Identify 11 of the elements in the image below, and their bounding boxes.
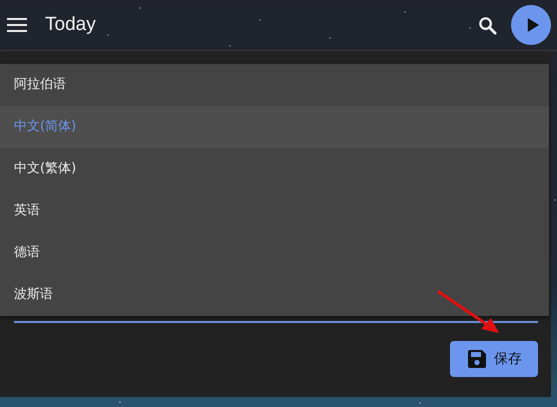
save-button[interactable]: 保存 [450, 341, 538, 377]
app-title: Today [45, 14, 96, 36]
menu-item[interactable]: 英语 [0, 190, 549, 232]
play-icon [526, 18, 538, 32]
menu-item[interactable]: 中文(繁体) [0, 148, 549, 190]
menu-item[interactable]: 德语 [0, 232, 549, 274]
search-icon[interactable] [478, 16, 497, 34]
menu-icon[interactable] [7, 17, 27, 33]
menu-item[interactable]: 阿拉伯语 [0, 64, 549, 106]
annotation-arrow [437, 290, 501, 334]
menu-item[interactable]: 波斯语 [0, 274, 549, 316]
